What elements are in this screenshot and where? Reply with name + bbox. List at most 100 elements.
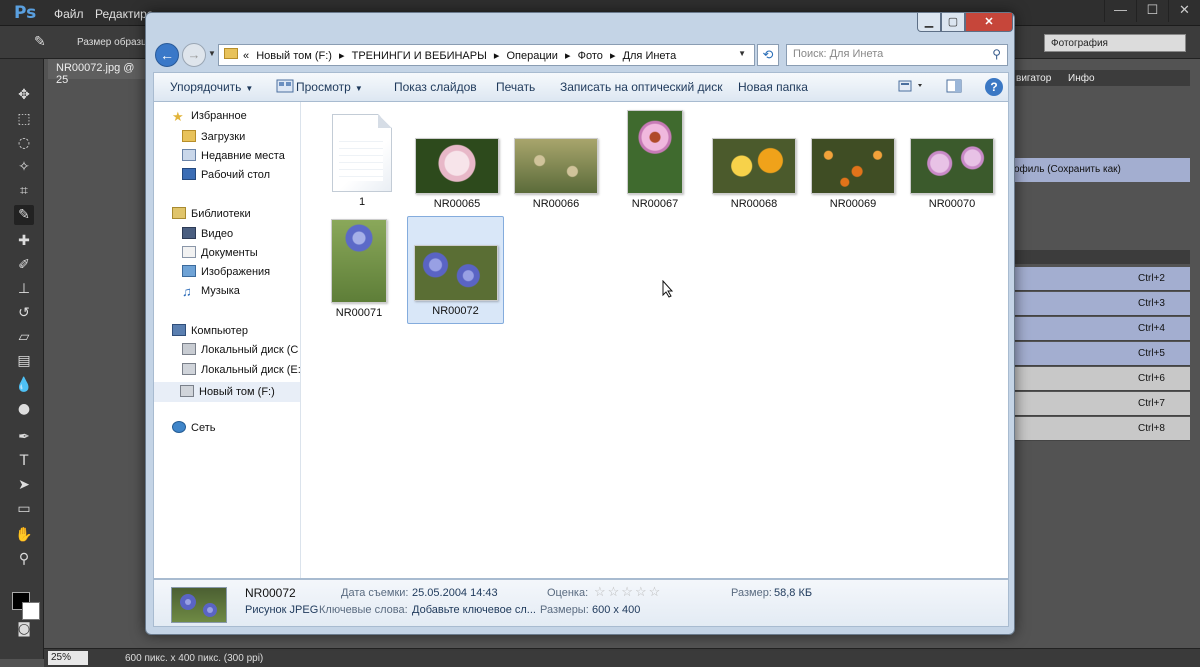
eyedropper-icon[interactable]: ✎ (34, 33, 46, 50)
zoom-tool-icon[interactable]: ⚲ (14, 549, 34, 569)
healing-brush-icon[interactable]: ✚ (14, 231, 34, 251)
breadcrumb-item[interactable]: Новый том (F:) (256, 50, 332, 62)
file-item[interactable]: NR00069 (808, 138, 898, 210)
panel-selected-row[interactable]: офиль (Сохранить как) (1010, 158, 1190, 182)
maximize-button[interactable]: ▢ (941, 13, 965, 32)
action-row[interactable]: Ctrl+2 (1010, 267, 1190, 291)
details-filetype: Рисунок JPEG (245, 604, 319, 616)
date-value[interactable]: 25.05.2004 14:43 (412, 587, 498, 599)
preview-pane-icon[interactable] (946, 79, 964, 95)
file-item[interactable]: NR00066 (511, 138, 601, 210)
file-item[interactable]: NR00067 (622, 110, 688, 210)
type-tool-icon[interactable]: T (14, 451, 34, 471)
nav-desktop[interactable]: Рабочий стол (182, 168, 270, 188)
file-item[interactable]: NR00065 (412, 138, 502, 210)
refresh-icon[interactable]: ⟲ (757, 44, 779, 66)
view-button[interactable]: Просмотр ▼ (296, 80, 363, 94)
action-row[interactable]: Ctrl+4 (1010, 317, 1190, 341)
back-button[interactable]: ← (155, 43, 179, 67)
new-folder-button[interactable]: Новая папка (738, 80, 808, 94)
file-item[interactable]: NR00071 (326, 219, 392, 319)
shape-tool-icon[interactable]: ▭ (14, 499, 34, 519)
breadcrumb-item[interactable]: Операции (507, 50, 558, 62)
blur-tool-icon[interactable]: 💧 (14, 375, 34, 395)
ps-minimize-icon[interactable]: — (1104, 0, 1136, 22)
brush-tool-icon[interactable]: ✐ (14, 255, 34, 275)
print-button[interactable]: Печать (496, 80, 535, 94)
dodge-tool-icon[interactable]: ● (14, 399, 34, 419)
forward-button[interactable]: → (182, 43, 206, 67)
tab-navigator[interactable]: вигатор (1016, 73, 1051, 84)
nav-images[interactable]: Изображения (182, 265, 270, 285)
nav-favorites[interactable]: ★ Избранное (172, 110, 247, 130)
ps-menu-file[interactable]: Файл (54, 7, 84, 21)
history-brush-icon[interactable]: ↺ (14, 303, 34, 323)
nav-music[interactable]: ♫ Музыка (182, 285, 240, 305)
background-color-swatch[interactable] (22, 602, 40, 620)
address-dropdown-icon[interactable]: ▼ (738, 49, 746, 58)
eraser-tool-icon[interactable]: ▱ (14, 327, 34, 347)
breadcrumb-separator-icon[interactable]: ▸ (494, 50, 500, 62)
ps-close-icon[interactable]: ✕ (1168, 0, 1200, 22)
nav-documents[interactable]: Документы (182, 246, 258, 266)
breadcrumb-overflow[interactable]: « (243, 50, 249, 62)
navigation-pane: ★ Избранное Загрузки Недавние места Рабоч… (154, 102, 301, 578)
address-bar[interactable]: « Новый том (F:) ▸ ТРЕНИНГИ И ВЕБИНАРЫ ▸… (218, 44, 755, 66)
path-select-icon[interactable]: ➤ (14, 475, 34, 495)
search-icon[interactable]: ⚲ (992, 47, 1001, 61)
breadcrumb-item[interactable]: ТРЕНИНГИ И ВЕБИНАРЫ (352, 50, 487, 62)
nav-downloads[interactable]: Загрузки (182, 130, 245, 150)
action-row[interactable]: Ctrl+3 (1010, 292, 1190, 316)
pen-tool-icon[interactable]: ✒ (14, 427, 34, 447)
breadcrumb-separator-icon[interactable]: ▸ (565, 50, 571, 62)
quick-mask-icon[interactable]: ◙ (14, 619, 34, 639)
file-item[interactable]: NR00070 (907, 138, 997, 210)
burn-disc-button[interactable]: Записать на оптический диск (560, 80, 723, 94)
action-row[interactable]: Ctrl+6 (1010, 367, 1190, 391)
keywords-value[interactable]: Добавьте ключевое сл... (412, 604, 536, 616)
breadcrumb-separator-icon[interactable]: ▸ (339, 50, 345, 62)
change-view-icon[interactable] (898, 79, 922, 95)
file-item[interactable]: 1 (324, 114, 400, 208)
organize-button[interactable]: Упорядочить ▼ (170, 80, 253, 94)
search-input[interactable]: Поиск: Для Инета ⚲ (786, 44, 1008, 66)
quick-select-tool-icon[interactable]: ✧ (14, 157, 34, 177)
nav-disk-e[interactable]: Локальный диск (E: (182, 363, 301, 383)
document-tab[interactable]: NR00072.jpg @ 25 (48, 59, 148, 86)
nav-recent[interactable]: Недавние места (182, 149, 285, 169)
action-row[interactable]: Ctrl+8 (1010, 417, 1190, 441)
tab-info[interactable]: Инфо (1068, 73, 1095, 84)
hand-tool-icon[interactable]: ✋ (14, 525, 34, 545)
nav-disk-f[interactable]: Новый том (F:) (154, 382, 300, 402)
marquee-tool-icon[interactable]: ⬚ (14, 109, 34, 129)
gradient-tool-icon[interactable]: ▤ (14, 351, 34, 371)
crop-tool-icon[interactable]: ⌗ (14, 181, 34, 201)
nav-libraries[interactable]: Библиотеки (172, 207, 251, 227)
history-dropdown-icon[interactable]: ▼ (208, 49, 216, 58)
ps-maximize-icon[interactable]: ☐ (1136, 0, 1168, 22)
nav-video[interactable]: Видео (182, 227, 233, 247)
slideshow-button[interactable]: Показ слайдов (394, 80, 477, 94)
action-row[interactable]: Ctrl+7 (1010, 392, 1190, 416)
view-icon[interactable] (276, 79, 294, 95)
file-item-selected[interactable]: NR00072 (407, 216, 504, 324)
minimize-button[interactable]: ▁ (917, 13, 941, 32)
action-row[interactable]: Ctrl+5 (1010, 342, 1190, 366)
rating-stars-icon[interactable]: ☆☆☆☆☆ (594, 584, 662, 600)
stamp-tool-icon[interactable]: ⊥ (14, 279, 34, 299)
nav-disk-c[interactable]: Локальный диск (C (182, 343, 298, 363)
workspace-select[interactable]: Фотография (1044, 34, 1186, 52)
close-button[interactable]: ✕ (965, 13, 1013, 32)
nav-computer[interactable]: Компьютер (172, 324, 248, 344)
move-tool-icon[interactable]: ✥ (14, 85, 34, 105)
photoshop-logo: Ps (14, 3, 37, 23)
breadcrumb-item[interactable]: Фото (578, 50, 603, 62)
file-item[interactable]: NR00068 (709, 138, 799, 210)
breadcrumb-separator-icon[interactable]: ▸ (610, 50, 616, 62)
breadcrumb-item[interactable]: Для Инета (623, 50, 677, 62)
lasso-tool-icon[interactable]: ◌ (14, 133, 34, 153)
eyedropper-tool-icon[interactable]: ✎ (14, 205, 34, 225)
help-icon[interactable]: ? (985, 78, 1003, 96)
nav-network[interactable]: Сеть (172, 421, 215, 441)
zoom-field[interactable]: 25% (48, 651, 88, 665)
